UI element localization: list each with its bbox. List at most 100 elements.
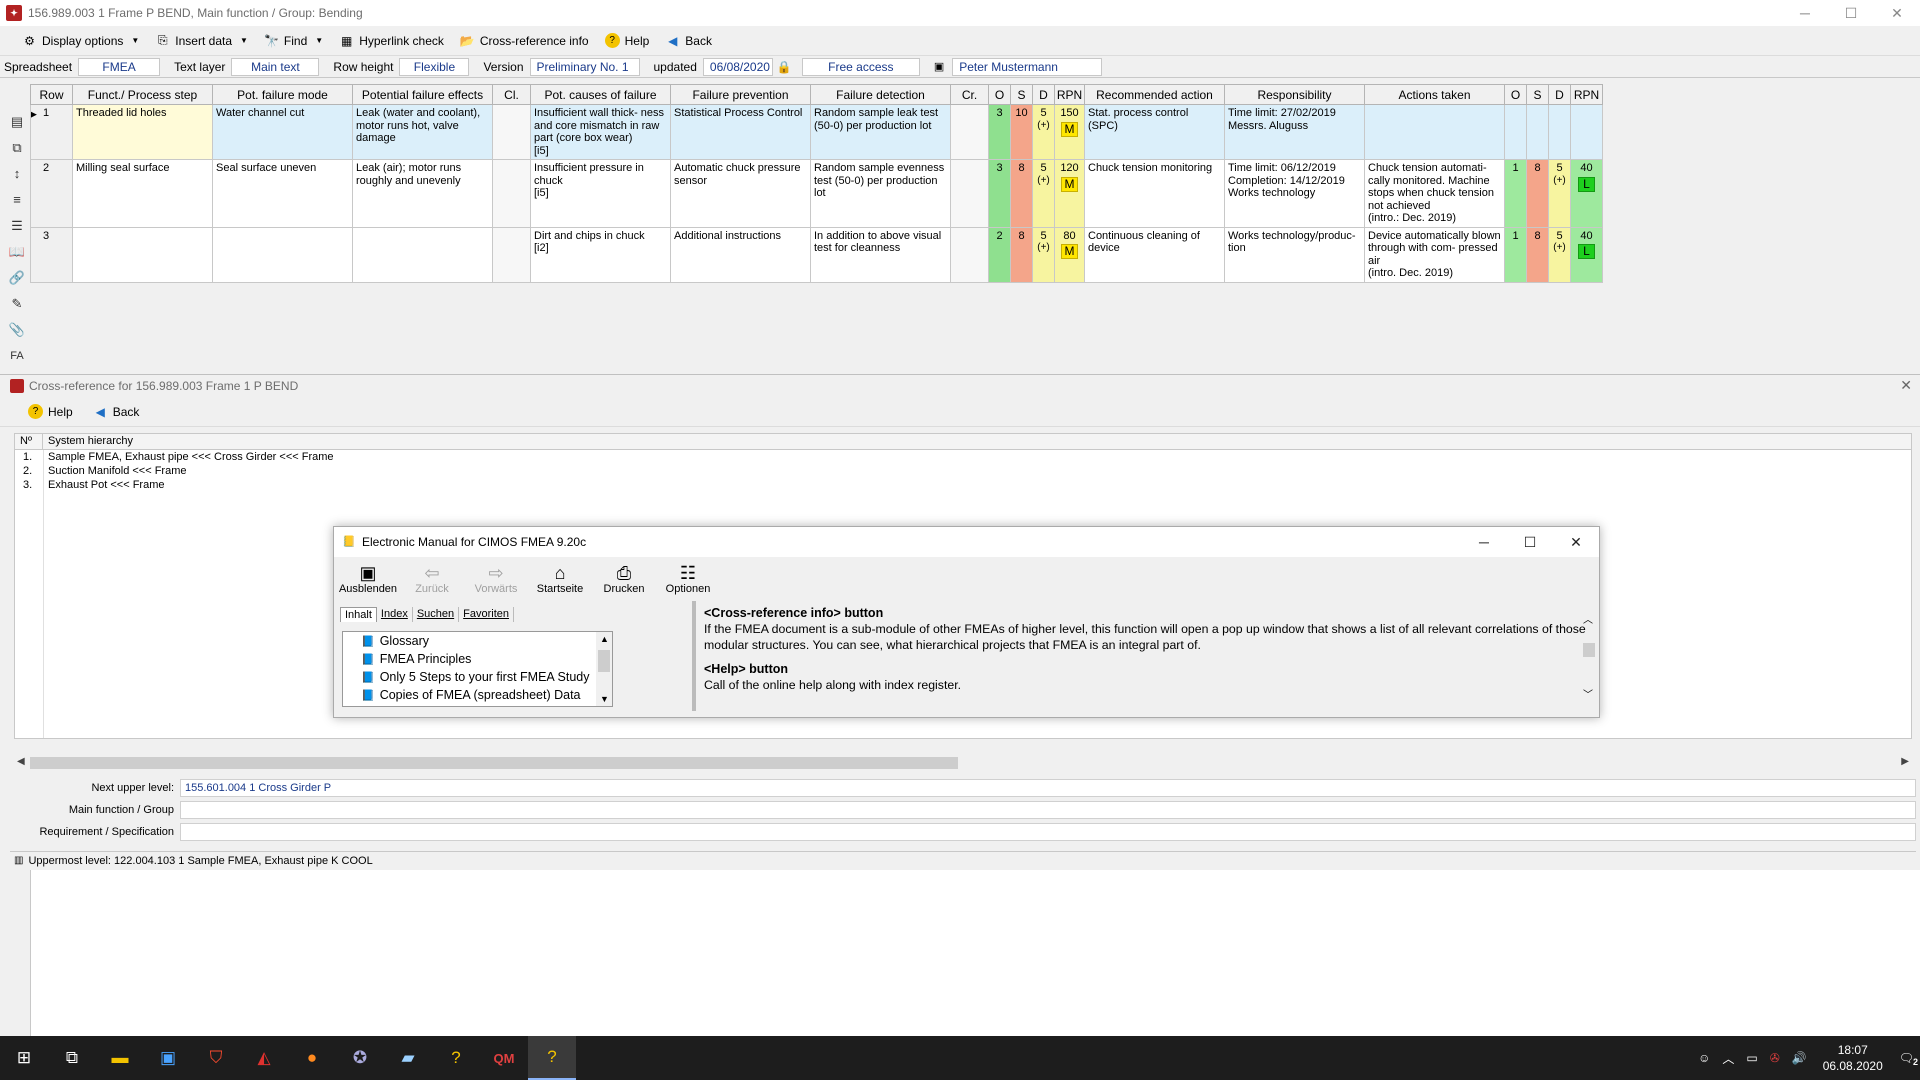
tree-item[interactable]: 📘 Glossary — [343, 632, 612, 650]
tab-search[interactable]: Suchen — [413, 607, 460, 622]
tree-item[interactable]: 📘 Copies of FMEA (spreadsheet) Data — [343, 686, 612, 704]
spreadsheet-field[interactable]: FMEA — [78, 57, 161, 76]
network-icon[interactable]: ✇ — [1764, 1051, 1786, 1065]
row-number[interactable]: 2 — [30, 159, 73, 228]
header-s2[interactable]: S — [1526, 84, 1549, 105]
cell-recommended-action[interactable]: Continuous cleaning of device — [1084, 226, 1225, 283]
hierarchy-row[interactable]: 3. Exhaust Pot <<< Frame — [15, 478, 1911, 492]
notifications-icon[interactable]: 🗨 2 — [1893, 1051, 1920, 1067]
header-o[interactable]: O — [988, 84, 1011, 105]
copy-icon[interactable]: ⧉ — [7, 138, 27, 157]
header-responsibility[interactable]: Responsibility — [1224, 84, 1365, 105]
back-button[interactable]: ⇦ Zurück — [400, 563, 464, 595]
list-icon[interactable]: ≡ — [7, 190, 27, 209]
cell-classification[interactable] — [492, 104, 531, 160]
cell-criticality[interactable] — [950, 226, 989, 283]
cell-detection-rating[interactable]: 5 (+) — [1032, 159, 1055, 228]
cell-failure-effects[interactable]: Leak (water and coolant), motor runs hot… — [352, 104, 493, 160]
cell-rpn[interactable]: 80 M — [1054, 226, 1085, 283]
header-detection[interactable]: Failure detection — [810, 84, 951, 105]
content-scrollbar[interactable]: ︿ ﹀ — [1579, 601, 1597, 711]
tab-favorites[interactable]: Favoriten — [459, 607, 515, 622]
find-button[interactable]: 🔭 Find ▼ — [258, 29, 329, 53]
cell-failure-mode[interactable]: Seal surface uneven — [212, 159, 353, 228]
header-row[interactable]: Row — [30, 84, 73, 105]
chevron-up-icon[interactable]: ︿ — [1716, 1050, 1740, 1067]
table-row[interactable]: 2 Milling seal surface Seal surface uneven… — [30, 159, 1603, 228]
qm-app-icon[interactable]: QM — [480, 1036, 528, 1080]
close-button[interactable]: ✕ — [1874, 0, 1920, 26]
cell-actions-taken[interactable]: Device automatically blown through with … — [1364, 226, 1505, 283]
minimize-button[interactable]: ─ — [1782, 0, 1828, 26]
header-action[interactable]: Recommended action — [1084, 84, 1225, 105]
fa-button[interactable]: FA — [7, 346, 27, 365]
maximize-button[interactable]: ☐ — [1507, 527, 1553, 557]
scroll-up-icon[interactable]: ▲ — [600, 634, 609, 644]
scroll-right-icon[interactable]: ▶ — [1901, 756, 1909, 767]
cell-failure-prevention[interactable]: Additional instructions — [670, 226, 811, 283]
cell-criticality[interactable] — [950, 159, 989, 228]
cell-responsibility[interactable]: Works technology/produc- tion — [1224, 226, 1365, 283]
tree-item[interactable]: 📘 FMEA Principles — [343, 650, 612, 668]
firefox-icon[interactable]: ● — [288, 1036, 336, 1080]
cell-occurrence-new[interactable] — [1504, 104, 1527, 160]
cell-occurrence-new[interactable]: 1 — [1504, 159, 1527, 228]
help-manual-app-icon[interactable]: ? — [528, 1036, 576, 1080]
close-icon[interactable]: ✕ — [1900, 377, 1912, 394]
tab-contents[interactable]: Inhalt — [340, 607, 377, 622]
tree-scrollbar[interactable]: ▲ ▼ — [596, 632, 612, 706]
cell-detection-rating[interactable]: 5 (+) — [1032, 226, 1055, 283]
user-field[interactable]: Peter Mustermann — [952, 57, 1103, 76]
cell-rpn-new[interactable]: 40 L — [1570, 226, 1603, 283]
header-funct[interactable]: Funct./ Process step — [72, 84, 213, 105]
back-button[interactable]: ◀ Back — [659, 29, 718, 53]
cell-failure-detection[interactable]: In addition to above visual test for cle… — [810, 226, 951, 283]
cell-severity-new[interactable]: 8 — [1526, 159, 1549, 228]
volume-icon[interactable]: 🔊 — [1786, 1051, 1813, 1065]
cell-rpn[interactable]: 120 M — [1054, 159, 1085, 228]
cell-failure-causes[interactable]: Dirt and chips in chuck [i2] — [530, 226, 671, 283]
cell-rpn-new[interactable] — [1570, 104, 1603, 160]
header-rpn[interactable]: RPN — [1054, 84, 1085, 105]
cell-criticality[interactable] — [950, 104, 989, 160]
cell-detection-rating-new[interactable]: 5 (+) — [1548, 226, 1571, 283]
col-hierarchy-header[interactable]: System hierarchy — [43, 434, 1911, 449]
home-button[interactable]: ⌂ Startseite — [528, 563, 592, 595]
pdf-reader-icon[interactable]: ◭ — [240, 1036, 288, 1080]
people-icon[interactable]: ☺ — [1692, 1051, 1716, 1065]
header-d2[interactable]: D — [1548, 84, 1571, 105]
row-number[interactable]: 1 ▶ — [30, 104, 73, 160]
updated-field[interactable]: 06/08/2020 — [702, 57, 773, 76]
cell-classification[interactable] — [492, 226, 531, 283]
cell-failure-prevention[interactable]: Automatic chuck pressure sensor — [670, 159, 811, 228]
cell-occurrence-new[interactable]: 1 — [1504, 226, 1527, 283]
text-layer-field[interactable]: Main text — [231, 57, 320, 76]
file-explorer-icon[interactable]: ▬ — [96, 1036, 144, 1080]
cell-severity[interactable]: 10 — [1010, 104, 1033, 160]
clock[interactable]: 18:07 06.08.2020 — [1813, 1042, 1893, 1074]
insert-data-button[interactable]: ⎘ Insert data ▼ — [149, 29, 254, 53]
forward-button[interactable]: ⇨ Vorwärts — [464, 563, 528, 595]
close-button[interactable]: ✕ — [1553, 527, 1599, 557]
cell-detection-rating[interactable]: 5 (+) — [1032, 104, 1055, 160]
scroll-down-icon[interactable]: ﹀ — [1583, 686, 1593, 701]
tab-index[interactable]: Index — [377, 607, 413, 622]
cell-function[interactable]: Milling seal surface — [72, 159, 213, 228]
control-panel-icon[interactable]: ▣ — [144, 1036, 192, 1080]
cell-actions-taken[interactable] — [1364, 104, 1505, 160]
app-gecko-icon[interactable]: ✪ — [336, 1036, 384, 1080]
cell-recommended-action[interactable]: Stat. process control (SPC) — [1084, 104, 1225, 160]
cell-failure-mode[interactable] — [212, 226, 353, 283]
cell-severity[interactable]: 8 — [1010, 159, 1033, 228]
next-upper-field[interactable]: 155.601.004 1 Cross Girder P — [180, 779, 1916, 797]
cell-severity[interactable]: 8 — [1010, 226, 1033, 283]
horizontal-scrollbar[interactable]: ◀ ▶ — [14, 755, 1912, 771]
cell-rpn[interactable]: 150 M — [1054, 104, 1085, 160]
header-causes[interactable]: Pot. causes of failure — [530, 84, 671, 105]
scrollbar-thumb[interactable] — [30, 757, 958, 769]
version-field[interactable]: Preliminary No. 1 — [529, 57, 640, 76]
cell-failure-detection[interactable]: Random sample leak test (50-0) per produ… — [810, 104, 951, 160]
cell-function[interactable] — [72, 226, 213, 283]
table-row[interactable]: 3 Dirt and chips in chuck [i2] Additional … — [30, 226, 1603, 283]
col-number-header[interactable]: Nº — [15, 434, 43, 449]
